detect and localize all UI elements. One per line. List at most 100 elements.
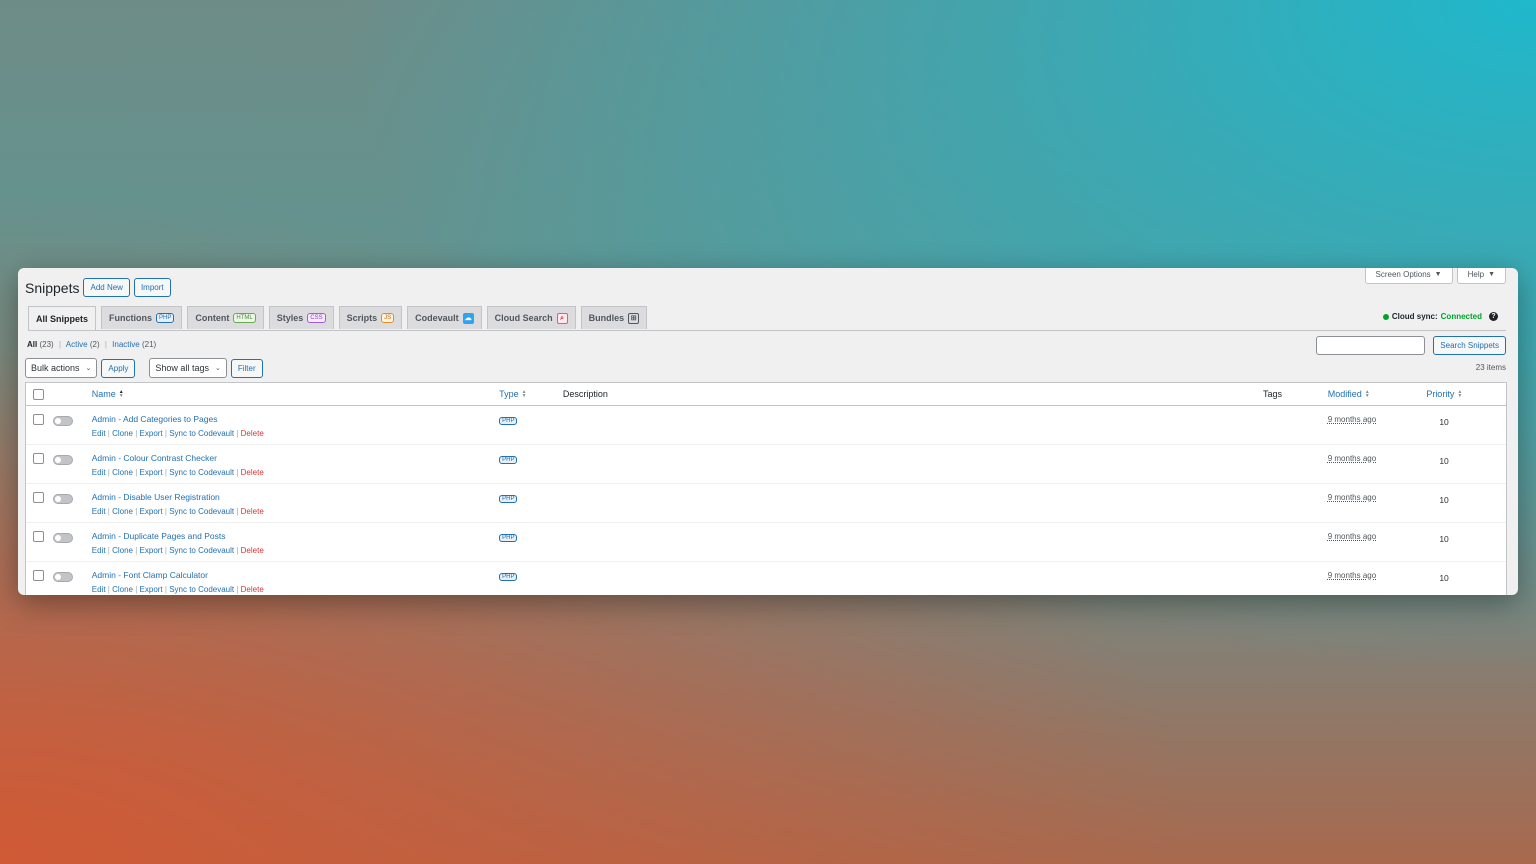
- view-inactive-link[interactable]: Inactive: [112, 340, 140, 349]
- column-priority-label: Priority: [1426, 389, 1455, 399]
- tab-cloud-search[interactable]: Cloud Search ⌕: [486, 306, 576, 329]
- description-cell: [563, 406, 1263, 444]
- tags-filter-select[interactable]: Show all tags ⌄: [149, 358, 227, 378]
- row-checkbox[interactable]: [33, 414, 44, 425]
- sync-link[interactable]: Sync to Codevault: [169, 429, 234, 438]
- view-all-link[interactable]: All: [27, 340, 37, 349]
- chevron-down-icon: ⌄: [85, 365, 92, 372]
- tab-content[interactable]: Content HTML: [187, 306, 264, 329]
- cloud-sync-label: Cloud sync:: [1391, 312, 1438, 321]
- snippet-name-link[interactable]: Admin - Disable User Registration: [92, 492, 499, 502]
- snippet-name-link[interactable]: Admin - Font Clamp Calculator: [92, 570, 499, 580]
- tab-scripts[interactable]: Scripts JS: [338, 306, 403, 329]
- clone-link[interactable]: Clone: [112, 429, 133, 438]
- export-link[interactable]: Export: [140, 546, 163, 555]
- delete-link[interactable]: Delete: [241, 429, 264, 438]
- export-link[interactable]: Export: [140, 585, 163, 594]
- import-button[interactable]: Import: [133, 278, 171, 297]
- export-link[interactable]: Export: [140, 429, 163, 438]
- row-actions: Edit | Clone | Export | Sync to Codevaul…: [91, 546, 264, 555]
- row-checkbox[interactable]: [33, 453, 44, 464]
- bulk-actions-select[interactable]: Bulk actions ⌄: [25, 358, 98, 378]
- php-badge[interactable]: PHP: [499, 456, 518, 464]
- tags-cell: [1263, 562, 1328, 595]
- tab-label: Styles: [276, 313, 304, 323]
- sort-icon: ▲ ▼: [1457, 389, 1463, 399]
- clone-link[interactable]: Clone: [112, 468, 133, 477]
- export-link[interactable]: Export: [140, 468, 163, 477]
- sync-link[interactable]: Sync to Codevault: [169, 507, 234, 516]
- snippets-admin-window: Screen Options ▼ Help ▼ Snippets Add New…: [18, 268, 1518, 595]
- row-actions: Edit | Clone | Export | Sync to Codevaul…: [91, 507, 264, 516]
- tab-label: Bundles: [588, 313, 625, 323]
- priority-value: 10: [1439, 573, 1449, 583]
- delete-link[interactable]: Delete: [241, 585, 264, 594]
- delete-link[interactable]: Delete: [241, 546, 264, 555]
- sync-link[interactable]: Sync to Codevault: [169, 546, 234, 555]
- activate-toggle[interactable]: [52, 455, 73, 465]
- help-button[interactable]: Help ▼: [1456, 268, 1506, 284]
- php-badge: PHP: [156, 313, 175, 323]
- status-filter-links: All (23) | Active (2) | Inactive (21): [27, 340, 156, 349]
- php-badge[interactable]: PHP: [499, 417, 518, 425]
- sync-link[interactable]: Sync to Codevault: [169, 468, 234, 477]
- tab-all-snippets[interactable]: All Snippets: [28, 306, 97, 330]
- edit-link[interactable]: Edit: [92, 546, 106, 555]
- row-checkbox[interactable]: [33, 531, 44, 542]
- column-modified[interactable]: Modified ▲ ▼: [1328, 389, 1427, 399]
- edit-link[interactable]: Edit: [92, 585, 106, 594]
- tab-label: Codevault: [415, 313, 459, 323]
- filter-button[interactable]: Filter: [230, 358, 263, 378]
- column-name[interactable]: Name ▲ ▼: [92, 389, 499, 399]
- clone-link[interactable]: Clone: [112, 585, 133, 594]
- export-link[interactable]: Export: [140, 507, 163, 516]
- column-priority[interactable]: Priority ▲ ▼: [1426, 389, 1506, 399]
- clone-link[interactable]: Clone: [112, 546, 133, 555]
- tab-label: Content: [195, 313, 230, 323]
- sync-link[interactable]: Sync to Codevault: [169, 585, 234, 594]
- tab-bundles[interactable]: Bundles ⊞: [580, 306, 648, 329]
- edit-link[interactable]: Edit: [92, 429, 106, 438]
- bulk-actions-label: Bulk actions: [31, 363, 80, 373]
- activate-toggle[interactable]: [52, 533, 73, 543]
- column-description: Description: [562, 389, 608, 399]
- screen-meta-links: Screen Options ▼ Help ▼: [1364, 268, 1506, 284]
- add-new-button[interactable]: Add New: [83, 278, 130, 297]
- column-modified-label: Modified: [1327, 389, 1362, 399]
- tab-functions[interactable]: Functions PHP: [101, 306, 183, 329]
- search-snippets-button[interactable]: Search Snippets: [1433, 336, 1506, 355]
- activate-toggle[interactable]: [52, 416, 73, 426]
- php-badge[interactable]: PHP: [499, 573, 518, 581]
- screen-options-button[interactable]: Screen Options ▼: [1364, 268, 1453, 284]
- question-icon[interactable]: ?: [1489, 312, 1498, 321]
- tab-codevault[interactable]: Codevault ☁: [407, 306, 482, 329]
- delete-link[interactable]: Delete: [241, 507, 264, 516]
- search-input[interactable]: [1316, 336, 1426, 355]
- description-cell: [563, 484, 1263, 522]
- snippet-name-link[interactable]: Admin - Add Categories to Pages: [92, 414, 499, 424]
- snippet-name-link[interactable]: Admin - Duplicate Pages and Posts: [92, 531, 499, 541]
- tab-styles[interactable]: Styles CSS: [268, 306, 334, 329]
- caret-down-icon: ▼: [1434, 271, 1442, 278]
- activate-toggle[interactable]: [52, 572, 73, 582]
- priority-value: 10: [1439, 417, 1449, 427]
- view-all-count: (23): [39, 340, 54, 349]
- snippet-name-link[interactable]: Admin - Colour Contrast Checker: [92, 453, 499, 463]
- edit-link[interactable]: Edit: [92, 507, 106, 516]
- php-badge[interactable]: PHP: [499, 534, 518, 542]
- apply-button[interactable]: Apply: [101, 358, 136, 378]
- edit-link[interactable]: Edit: [92, 468, 106, 477]
- activate-toggle[interactable]: [52, 494, 73, 504]
- separator: |: [58, 340, 62, 349]
- clone-link[interactable]: Clone: [112, 507, 133, 516]
- row-checkbox[interactable]: [33, 492, 44, 503]
- php-badge[interactable]: PHP: [499, 495, 518, 503]
- separator: |: [104, 340, 107, 349]
- description-cell: [563, 562, 1263, 595]
- status-dot-icon: [1382, 313, 1389, 320]
- column-type[interactable]: Type ▲ ▼: [499, 389, 563, 399]
- row-checkbox[interactable]: [33, 570, 44, 581]
- select-all-checkbox[interactable]: [33, 388, 44, 400]
- delete-link[interactable]: Delete: [241, 468, 264, 477]
- view-active-link[interactable]: Active: [66, 340, 88, 349]
